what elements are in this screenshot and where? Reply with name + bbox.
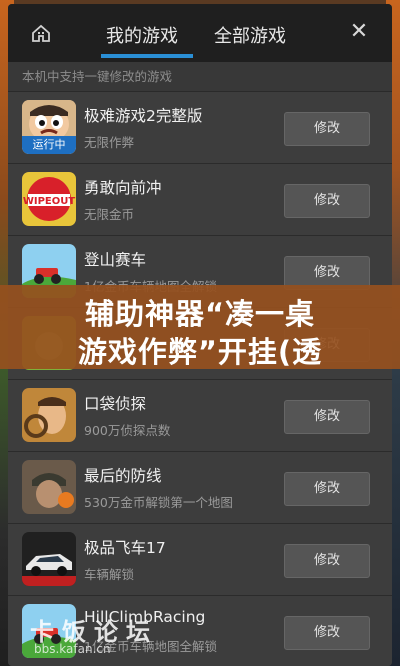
edit-button[interactable]: 修改: [284, 112, 370, 146]
close-icon[interactable]: ✕: [348, 21, 370, 43]
angry-face-icon: 运行中: [22, 100, 76, 154]
edit-button[interactable]: 修改: [284, 472, 370, 506]
list-subheader: 本机中支持一键修改的游戏: [8, 62, 392, 92]
game-cheat-desc: 无限作弊: [84, 135, 135, 150]
game-title: 勇敢向前冲: [84, 179, 162, 197]
game-title: 极难游戏2完整版: [84, 107, 203, 125]
watermark-url: bbs.kafan.cn: [34, 642, 111, 656]
detective-icon: [22, 388, 76, 442]
list-item: WIPEOUT 勇敢向前冲 无限金币 修改: [8, 164, 392, 236]
edit-button[interactable]: 修改: [284, 616, 370, 650]
running-badge: 运行中: [22, 136, 76, 154]
list-item: 运行中 极难游戏2完整版 无限作弊 修改: [8, 92, 392, 164]
tab-my-games[interactable]: 我的游戏: [106, 22, 178, 48]
edit-button[interactable]: 修改: [284, 184, 370, 218]
game-cheat-desc: 530万金币解锁第一个地图: [84, 495, 233, 510]
game-cheat-desc: 车辆解锁: [84, 567, 135, 582]
home-icon[interactable]: [30, 22, 52, 44]
overlay-title-banner: 辅助神器“凑一桌 游戏作弊”开挂(透: [0, 285, 400, 369]
game-title: 口袋侦探: [84, 395, 147, 413]
banner-title-line-1: 辅助神器“凑一桌: [84, 297, 316, 331]
banner-title-line-2: 游戏作弊”开挂(透: [77, 335, 323, 369]
game-cheat-desc: 900万侦探点数: [84, 423, 171, 438]
soldier-icon: [22, 460, 76, 514]
active-tab-indicator: [101, 54, 193, 58]
game-title: 最后的防线: [84, 467, 162, 485]
list-item: 最后的防线 530万金币解锁第一个地图 修改: [8, 452, 392, 524]
edit-button[interactable]: 修改: [284, 544, 370, 578]
top-bar: 我的游戏 全部游戏 ✕: [8, 4, 392, 62]
tab-all-games[interactable]: 全部游戏: [214, 22, 286, 48]
list-item: 口袋侦探 900万侦探点数 修改: [8, 380, 392, 452]
game-title: 登山赛车: [84, 251, 147, 269]
game-list: 运行中 极难游戏2完整版 无限作弊 修改 WIPEOUT 勇敢向前冲 无限金币 …: [8, 92, 392, 666]
list-item: 极品飞车17 车辆解锁 修改: [8, 524, 392, 596]
game-cheat-desc: 无限金币: [84, 207, 135, 222]
game-title: 极品飞车17: [84, 539, 166, 557]
svg-text:WIPEOUT: WIPEOUT: [23, 196, 76, 207]
wipeout-icon: WIPEOUT: [22, 172, 76, 226]
edit-button[interactable]: 修改: [284, 400, 370, 434]
race-car-icon: [22, 532, 76, 586]
